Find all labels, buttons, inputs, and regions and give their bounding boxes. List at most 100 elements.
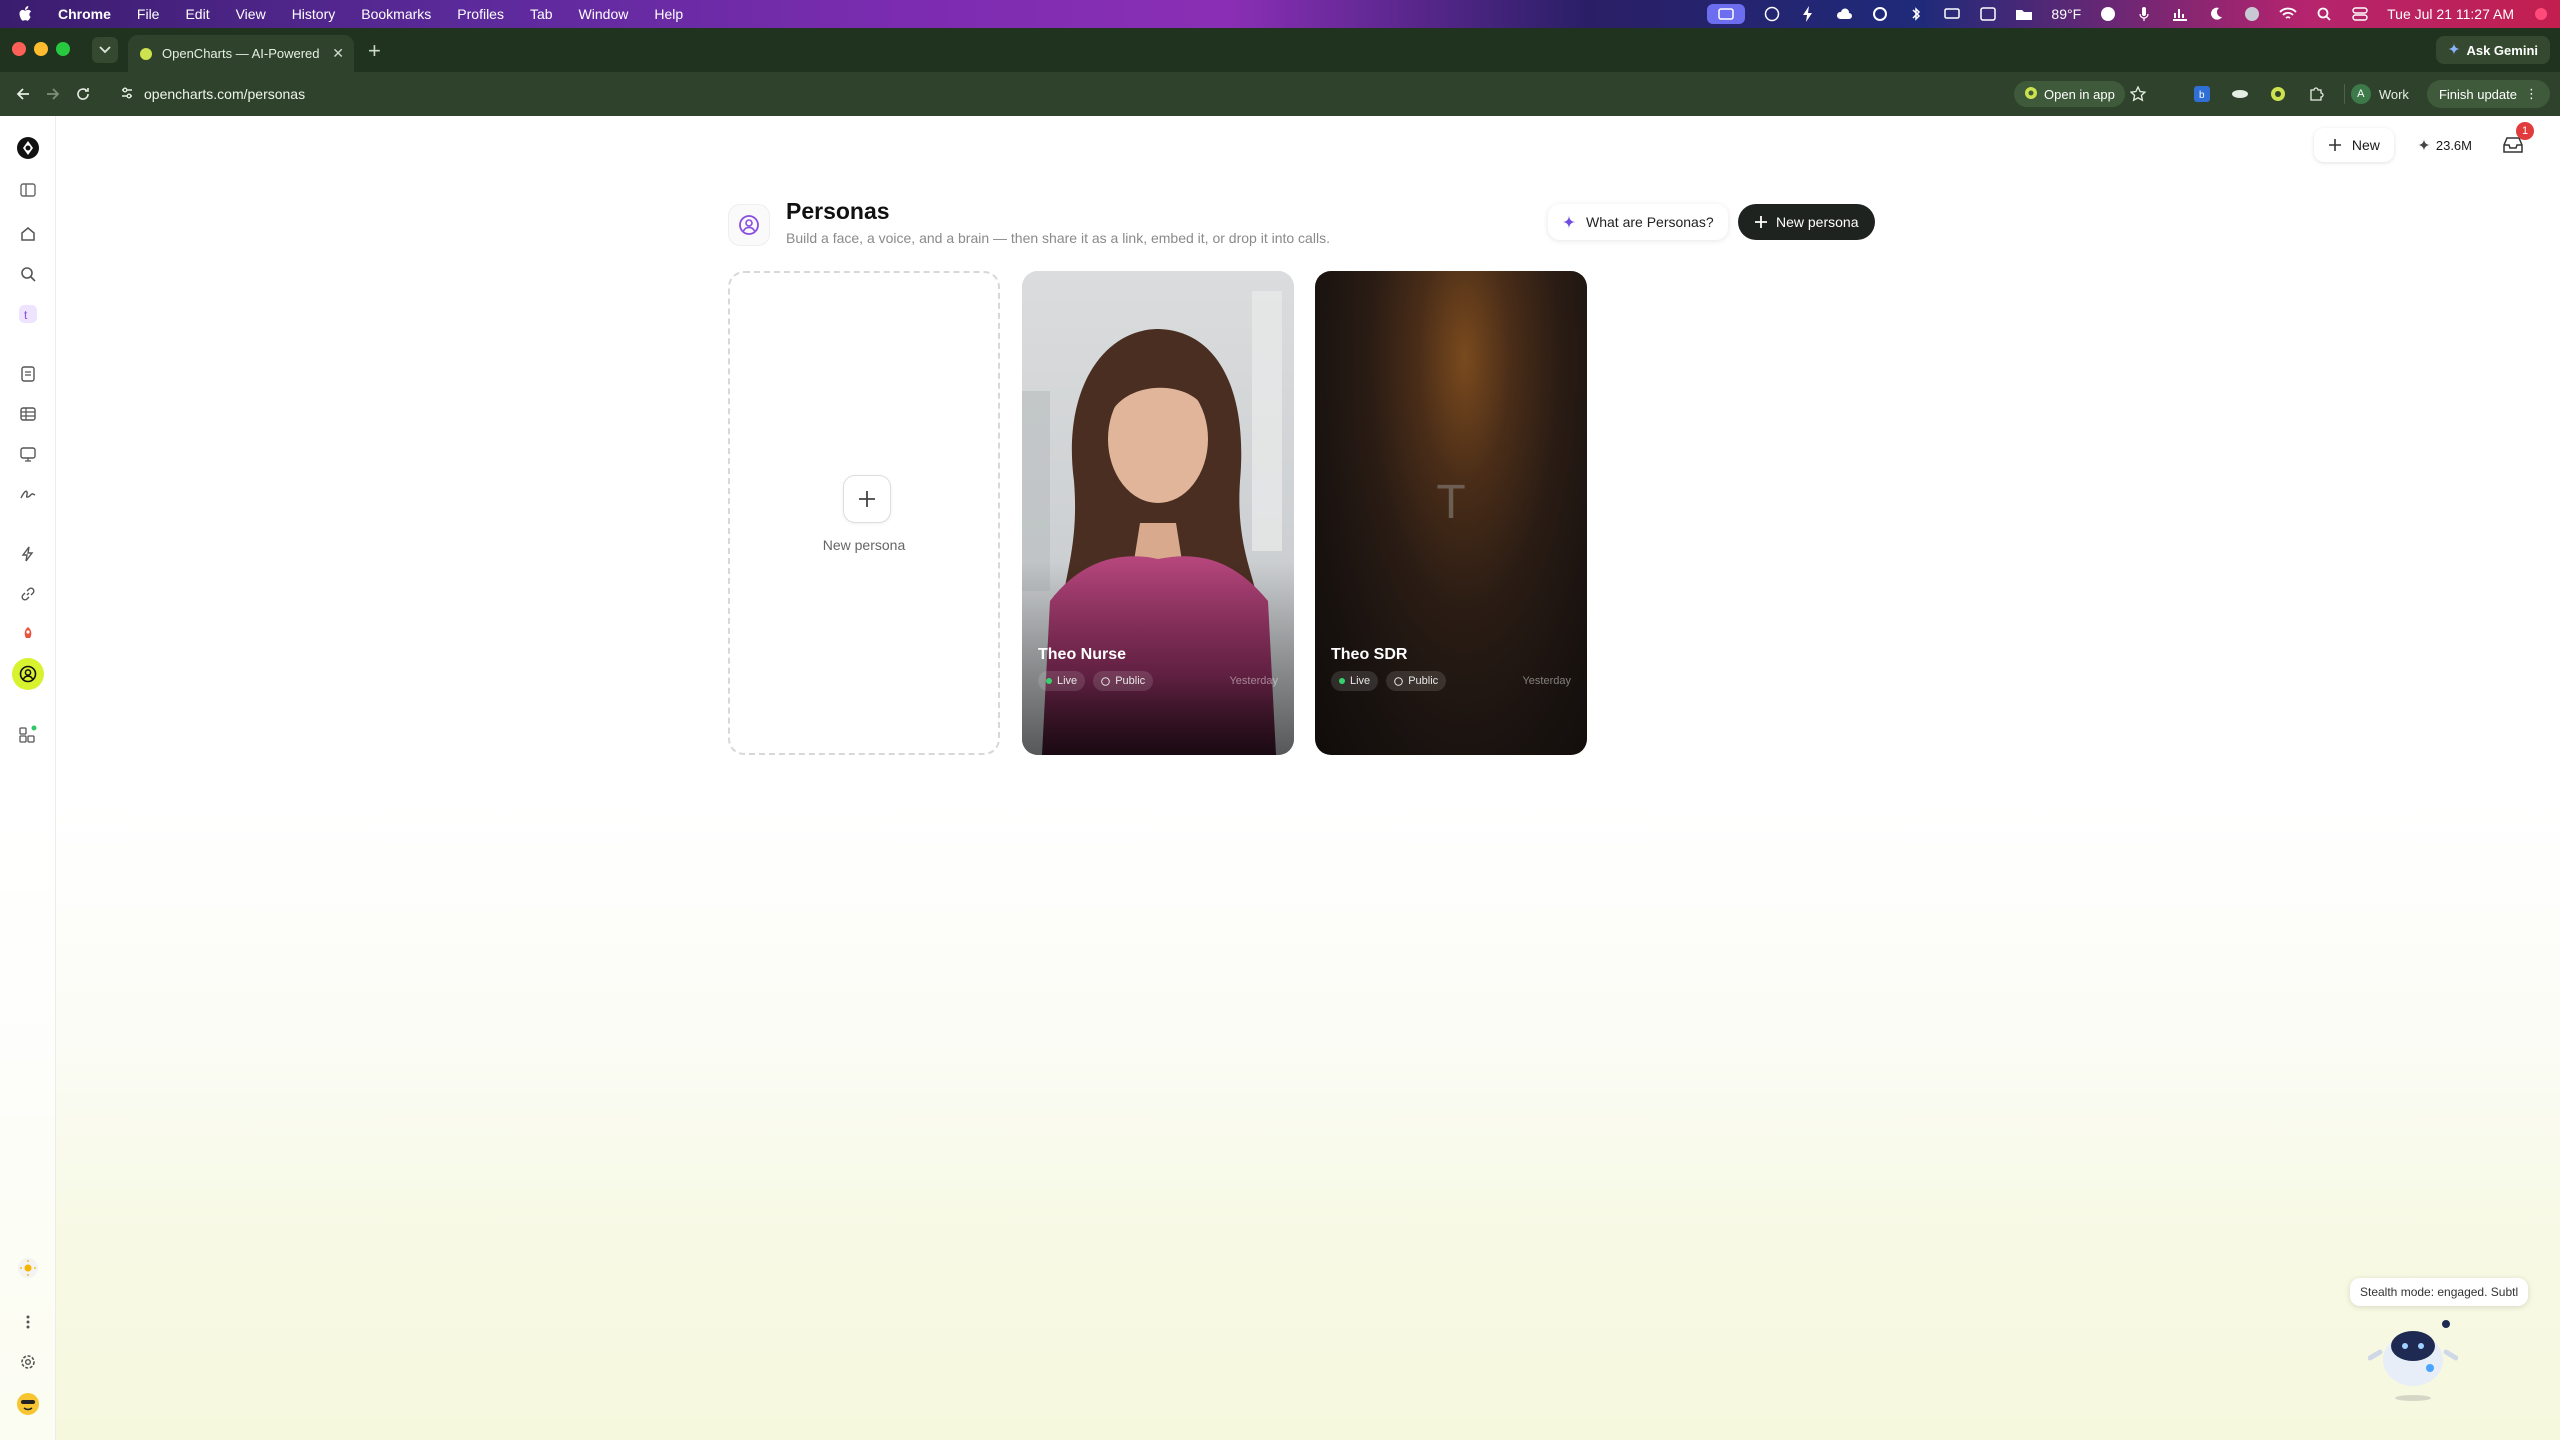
address-bar[interactable]: opencharts.com/personas: [120, 78, 1970, 110]
persona-card[interactable]: T Theo SDR Live Public Yesterday: [1315, 271, 1587, 755]
search-icon[interactable]: [16, 262, 40, 286]
persona-name: Theo SDR: [1331, 646, 1408, 663]
new-persona-card[interactable]: New persona: [728, 271, 1000, 755]
reload-button[interactable]: [68, 79, 98, 109]
wifi-icon[interactable]: [2279, 6, 2297, 22]
menu-file[interactable]: File: [137, 6, 160, 22]
avatar: A: [2350, 84, 2371, 104]
credits-indicator[interactable]: 23.6M: [2408, 128, 2482, 162]
url-text[interactable]: opencharts.com/personas: [144, 86, 305, 102]
siri-icon[interactable]: [2532, 6, 2550, 22]
rocket-icon[interactable]: [16, 622, 40, 646]
extension-incognito-icon[interactable]: [2230, 84, 2250, 104]
stats-icon[interactable]: [2171, 6, 2189, 22]
workspace-icon[interactable]: t: [16, 302, 40, 326]
menu-history[interactable]: History: [292, 6, 336, 22]
bluetooth-icon[interactable]: [1907, 6, 1925, 22]
sidebar-toggle-icon[interactable]: [16, 178, 40, 202]
live-dot-icon: [1339, 678, 1345, 684]
theme-toggle-icon[interactable]: [16, 1256, 40, 1280]
folder-icon[interactable]: [2015, 6, 2033, 22]
compass-icon[interactable]: [2099, 6, 2117, 22]
extensions-puzzle-icon[interactable]: [2306, 84, 2326, 104]
table-icon[interactable]: [16, 402, 40, 426]
robot-mascot-icon[interactable]: [2368, 1312, 2458, 1402]
new-tab-button[interactable]: +: [368, 38, 381, 64]
signature-icon[interactable]: [16, 482, 40, 506]
user-avatar-icon[interactable]: [16, 1392, 40, 1416]
tab-search-button[interactable]: [92, 37, 118, 63]
menu-bookmarks[interactable]: Bookmarks: [361, 6, 431, 22]
menu-help[interactable]: Help: [654, 6, 683, 22]
apple-icon[interactable]: [18, 6, 36, 22]
lightning-icon[interactable]: [1799, 6, 1817, 22]
close-tab-icon[interactable]: ✕: [332, 45, 344, 62]
link-icon[interactable]: [16, 582, 40, 606]
app-logo-icon: [2024, 86, 2038, 103]
presentation-icon[interactable]: [16, 442, 40, 466]
sidebar-item-personas[interactable]: [12, 658, 44, 690]
plus-icon[interactable]: [843, 475, 891, 523]
app-sidebar: t: [0, 116, 56, 1440]
documents-icon[interactable]: [16, 362, 40, 386]
new-button[interactable]: New: [2313, 128, 2394, 162]
cloud-icon[interactable]: [1835, 6, 1853, 22]
zoom-window-button[interactable]: [56, 42, 70, 56]
window-icon[interactable]: [1979, 6, 1997, 22]
weather-readout[interactable]: 89°F: [2051, 6, 2081, 22]
display-icon[interactable]: [1943, 6, 1961, 22]
ask-gemini-label: Ask Gemini: [2466, 42, 2538, 58]
menu-app-chrome[interactable]: Chrome: [58, 6, 111, 22]
extension-b-icon[interactable]: b: [2192, 84, 2212, 104]
sparkle-icon: [1562, 215, 1576, 229]
browser-tab-active[interactable]: OpenCharts — AI-Powered Fl ✕: [128, 35, 354, 72]
more-options-icon[interactable]: [16, 1310, 40, 1334]
profile-button[interactable]: A Work: [2343, 84, 2409, 104]
finish-update-button[interactable]: Finish update ⋮: [2426, 80, 2550, 108]
ask-gemini-button[interactable]: Ask Gemini: [2436, 36, 2550, 64]
close-window-button[interactable]: [12, 42, 26, 56]
page-subtitle: Build a face, a voice, and a brain — the…: [786, 230, 1330, 246]
visibility-badge: Public: [1386, 671, 1447, 691]
new-persona-button[interactable]: New persona: [1738, 204, 1875, 240]
status-badge: Live: [1331, 671, 1379, 691]
automation-icon[interactable]: [16, 542, 40, 566]
forward-button[interactable]: [38, 79, 68, 109]
spotlight-icon[interactable]: [2315, 6, 2333, 22]
menu-profiles[interactable]: Profiles: [457, 6, 504, 22]
apps-grid-icon[interactable]: [16, 722, 40, 746]
menu-edit[interactable]: Edit: [185, 6, 209, 22]
globe-icon: [1101, 676, 1110, 686]
screen-record-icon[interactable]: [1707, 4, 1746, 24]
site-info-icon[interactable]: [120, 86, 134, 103]
menu-tab[interactable]: Tab: [530, 6, 553, 22]
visibility-badge: Public: [1093, 671, 1154, 691]
persona-date: Yesterday: [1522, 675, 1571, 687]
back-button[interactable]: [8, 79, 38, 109]
persona-card[interactable]: Theo Nurse Live Public Yesterday: [1022, 271, 1294, 755]
reload-icon: [77, 88, 89, 100]
mascot-speech-bubble[interactable]: Stealth mode: engaged. Subtl: [2350, 1278, 2529, 1306]
sync-icon[interactable]: [1871, 6, 1889, 22]
moon-icon[interactable]: [2207, 6, 2225, 22]
chat-bubble-icon[interactable]: [1763, 6, 1781, 22]
inbox-button[interactable]: 1: [2496, 122, 2534, 162]
what-are-personas-button[interactable]: What are Personas?: [1548, 204, 1728, 240]
extension-opencharts-icon[interactable]: [2268, 84, 2288, 104]
minimize-window-button[interactable]: [34, 42, 48, 56]
window-controls: [12, 42, 70, 56]
airdrop-icon[interactable]: [2243, 6, 2261, 22]
control-center-icon[interactable]: [2351, 6, 2369, 22]
mic-icon[interactable]: [2135, 6, 2153, 22]
macos-menu-bar: Chrome File Edit View History Bookmarks …: [0, 0, 2560, 28]
open-in-app-button[interactable]: Open in app: [2014, 81, 2125, 107]
bookmark-star-icon[interactable]: [2128, 84, 2148, 104]
home-icon[interactable]: [16, 222, 40, 246]
sparkle-icon: [2417, 139, 2430, 151]
menu-window[interactable]: Window: [579, 6, 629, 22]
app-logo-icon[interactable]: [16, 136, 40, 160]
settings-gear-icon[interactable]: [16, 1350, 40, 1374]
menu-view[interactable]: View: [236, 6, 266, 22]
menubar-clock[interactable]: Tue Jul 21 11:27 AM: [2387, 6, 2514, 22]
persona-initial: T: [1436, 476, 1466, 529]
